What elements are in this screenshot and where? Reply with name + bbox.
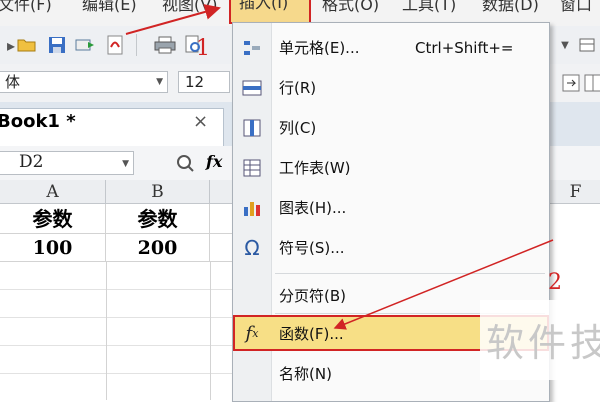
annotation-arrow-2 <box>333 239 554 330</box>
annotation-arrow-1 <box>125 4 221 35</box>
annotation-step-2: 2 <box>548 270 562 295</box>
annotation-step-1: 1 <box>196 36 210 61</box>
annotation-overlay <box>125 4 554 330</box>
